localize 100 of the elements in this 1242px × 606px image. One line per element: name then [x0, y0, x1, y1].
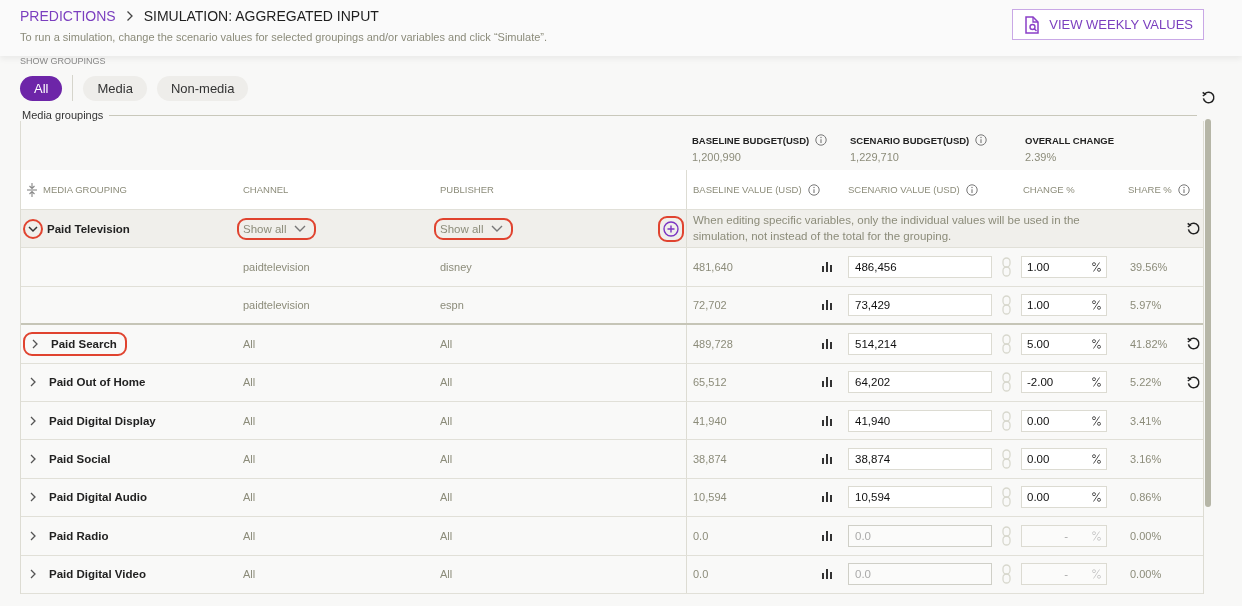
grouping-name: Paid Television — [47, 222, 130, 235]
bar-chart-icon[interactable] — [822, 415, 832, 426]
info-icon[interactable] — [975, 134, 988, 146]
filter-chip[interactable]: All — [20, 75, 63, 101]
share-value: 0.00% — [1130, 568, 1162, 581]
scenario-value-field[interactable]: 514,214 — [848, 332, 992, 355]
baseline-value: 0.0 — [693, 529, 709, 542]
change-percent-field[interactable]: 0.00 — [1021, 486, 1107, 509]
percent-icon — [1092, 299, 1101, 310]
summary-value: 1,200,990 — [692, 151, 741, 163]
column-header: CHANNEL — [243, 184, 289, 195]
reset-icon[interactable] — [1186, 336, 1201, 352]
share-value: 0.86% — [1130, 491, 1162, 504]
publisher-value: All — [440, 337, 453, 350]
publisher-value: All — [440, 414, 453, 427]
info-icon[interactable] — [1177, 183, 1190, 196]
bar-chart-icon[interactable] — [822, 377, 832, 388]
column-header: SHARE % — [1128, 184, 1172, 195]
section-title: Media groupings — [22, 109, 104, 121]
reset-icon[interactable] — [1201, 90, 1216, 105]
caret-icon — [294, 224, 307, 233]
bar-chart-icon[interactable] — [822, 262, 832, 273]
share-value: 39.56% — [1130, 261, 1168, 274]
grouping-name: Paid Digital Video — [49, 568, 146, 581]
caret-icon — [491, 224, 504, 233]
filter-chip[interactable]: Non-media — [156, 75, 249, 101]
bar-chart-icon[interactable] — [822, 338, 832, 349]
baseline-value: 10,594 — [693, 491, 727, 504]
info-icon[interactable] — [965, 183, 978, 196]
channel-value: All — [243, 529, 256, 542]
share-value: 3.41% — [1130, 414, 1162, 427]
bar-chart-icon[interactable] — [822, 492, 832, 503]
baseline-value: 65,512 — [693, 376, 727, 389]
change-percent-field[interactable]: 0.00 — [1021, 448, 1107, 471]
channel-value: All — [243, 337, 256, 350]
grouping-name: Paid Radio — [49, 529, 109, 542]
share-value: 3.16% — [1130, 453, 1162, 466]
channel-value: paidtelevision — [243, 298, 310, 311]
collapse-icon[interactable] — [27, 182, 37, 197]
info-icon[interactable] — [815, 134, 828, 146]
baseline-value: 489,728 — [693, 337, 733, 350]
grouping-name: Paid Digital Display — [49, 414, 156, 427]
info-icon[interactable] — [807, 183, 820, 196]
reset-icon[interactable] — [1186, 221, 1201, 237]
document-search-icon — [1025, 15, 1040, 34]
channel-value: All — [243, 568, 256, 581]
scrollbar[interactable] — [1205, 119, 1211, 507]
share-value: 0.00% — [1130, 529, 1162, 542]
column-header: BASELINE VALUE (USD) — [693, 184, 802, 195]
bar-chart-icon[interactable] — [822, 454, 832, 465]
bar-chart-icon[interactable] — [822, 299, 832, 310]
summary-label: OVERALL CHANGE — [1025, 134, 1115, 146]
percent-icon — [1092, 492, 1101, 503]
baseline-value: 481,640 — [693, 261, 733, 274]
baseline-value: 0.0 — [693, 568, 709, 581]
change-percent-field[interactable]: 1.00 — [1021, 293, 1107, 316]
publisher-value: All — [440, 529, 453, 542]
reset-icon[interactable] — [1186, 374, 1201, 390]
publisher-value: disney — [440, 261, 472, 274]
percent-icon — [1092, 262, 1101, 273]
scenario-value-field[interactable]: 38,874 — [848, 448, 992, 471]
view-weekly-values-button[interactable]: VIEW WEEKLY VALUES — [1012, 9, 1204, 40]
summary-label: BASELINE BUDGET(USD) — [692, 134, 810, 146]
section-label: SHOW GROUPINGS — [20, 56, 107, 67]
summary-label: SCENARIO BUDGET(USD) — [850, 134, 970, 146]
grouping-name: Paid Social — [49, 453, 111, 466]
scenario-value-field[interactable]: 64,202 — [848, 371, 992, 394]
share-value: 5.97% — [1130, 298, 1162, 311]
column-header: PUBLISHER — [440, 184, 494, 195]
scenario-value-field[interactable]: 486,456 — [848, 256, 992, 279]
percent-icon — [1092, 415, 1101, 426]
instruction-text: To run a simulation, change the scenario values for selected groupings and/or variables and click “Simulate”. — [20, 31, 548, 43]
scenario-value-field[interactable]: 41,940 — [848, 409, 992, 432]
grouping-name: Paid Digital Audio — [49, 491, 147, 504]
column-header: CHANGE % — [1023, 184, 1075, 195]
channel-value: All — [243, 376, 256, 389]
page-title: SIMULATION: AGGREGATED INPUT — [143, 8, 379, 24]
change-percent-field[interactable]: -2.00 — [1021, 371, 1107, 394]
publisher-value: All — [440, 453, 453, 466]
change-percent-field[interactable]: 1.00 — [1021, 256, 1107, 279]
chevron-right-icon — [125, 10, 134, 22]
breadcrumb-link[interactable]: PREDICTIONS — [20, 8, 116, 24]
percent-icon — [1092, 530, 1101, 541]
publisher-value: All — [440, 376, 453, 389]
channel-value: All — [243, 414, 256, 427]
baseline-value: 41,940 — [693, 414, 727, 427]
scenario-value-field[interactable]: 73,429 — [848, 293, 992, 316]
percent-icon — [1092, 454, 1101, 465]
share-value: 5.22% — [1130, 376, 1162, 389]
percent-icon — [1092, 569, 1101, 580]
grouping-name: Paid Search — [51, 337, 117, 350]
filter-chip[interactable]: Media — [83, 75, 147, 101]
scenario-value-field[interactable]: 10,594 — [848, 486, 992, 509]
change-percent-field[interactable]: 0.00 — [1021, 409, 1107, 432]
channel-value: paidtelevision — [243, 261, 310, 274]
summary-value: 1,229,710 — [850, 151, 899, 163]
add-icon[interactable] — [663, 220, 679, 237]
baseline-value: 72,702 — [693, 298, 727, 311]
change-percent-field[interactable]: 5.00 — [1021, 332, 1107, 355]
baseline-value: 38,874 — [693, 453, 727, 466]
